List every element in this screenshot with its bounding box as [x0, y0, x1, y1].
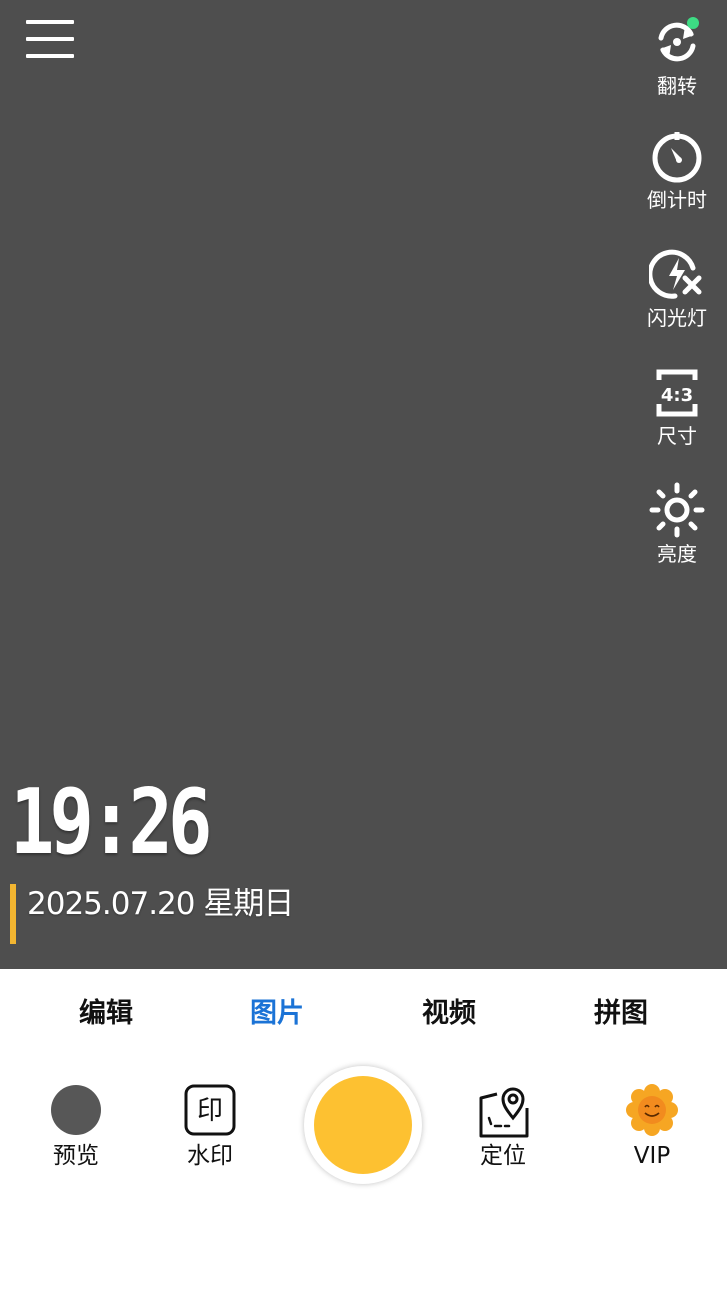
flash-off-icon — [649, 249, 702, 299]
flip-camera-label: 翻转 — [657, 74, 697, 98]
timer-label: 倒计时 — [647, 188, 707, 212]
vip-button[interactable]: VIP — [597, 1082, 707, 1170]
menu-icon-line — [26, 20, 74, 24]
flash-label: 闪光灯 — [647, 306, 707, 330]
menu-icon-line — [26, 37, 74, 41]
location-label: 定位 — [480, 1143, 526, 1169]
brightness-label: 亮度 — [657, 542, 697, 566]
flash-button[interactable]: 闪光灯 — [636, 246, 718, 330]
vip-label: VIP — [633, 1143, 671, 1169]
menu-button[interactable] — [24, 18, 78, 62]
aspect-ratio-text: 4:3 — [661, 385, 693, 406]
preview-button[interactable]: 预览 — [21, 1082, 131, 1170]
flip-camera-button[interactable]: 翻转 — [636, 14, 718, 98]
date-accent-bar — [10, 884, 16, 944]
shutter-inner — [314, 1076, 412, 1174]
tab-photo[interactable]: 图片 — [217, 991, 337, 1030]
timer-button[interactable]: 倒计时 — [636, 128, 718, 212]
stamp-icon-char: 印 — [197, 1096, 223, 1126]
watermark-time: 19:26 — [10, 770, 212, 875]
tab-edit[interactable]: 编辑 — [46, 991, 166, 1030]
menu-icon-line — [26, 54, 74, 58]
timer-icon — [652, 132, 702, 183]
sunflower-icon — [626, 1084, 678, 1136]
preview-thumbnail-icon — [51, 1085, 101, 1135]
aspect-ratio-button[interactable]: 4:3 尺寸 — [636, 364, 718, 448]
watermark-date: 2025.07.20 星期日 — [27, 886, 294, 922]
aspect-ratio-icon: 4:3 — [656, 369, 698, 417]
preview-label: 预览 — [53, 1143, 99, 1169]
camera-viewfinder[interactable]: 翻转 倒计时 闪光灯 4:3 尺寸 亮度 19:26 2025.07.20 星期… — [0, 0, 727, 969]
aspect-ratio-label: 尺寸 — [657, 424, 697, 448]
brightness-button[interactable]: 亮度 — [636, 482, 718, 566]
tab-video[interactable]: 视频 — [389, 991, 509, 1030]
flip-camera-icon — [658, 17, 699, 62]
tab-collage[interactable]: 拼图 — [561, 991, 681, 1030]
watermark-button[interactable]: 印 水印 — [155, 1082, 265, 1170]
mode-tabs: 编辑 图片 视频 拼图 — [0, 985, 727, 1035]
watermark-label: 水印 — [187, 1143, 233, 1169]
location-button[interactable]: 定位 — [448, 1082, 558, 1170]
brightness-icon — [649, 482, 705, 538]
map-pin-icon — [479, 1087, 529, 1138]
stamp-icon: 印 — [184, 1084, 236, 1136]
shutter-button[interactable] — [304, 1066, 422, 1184]
